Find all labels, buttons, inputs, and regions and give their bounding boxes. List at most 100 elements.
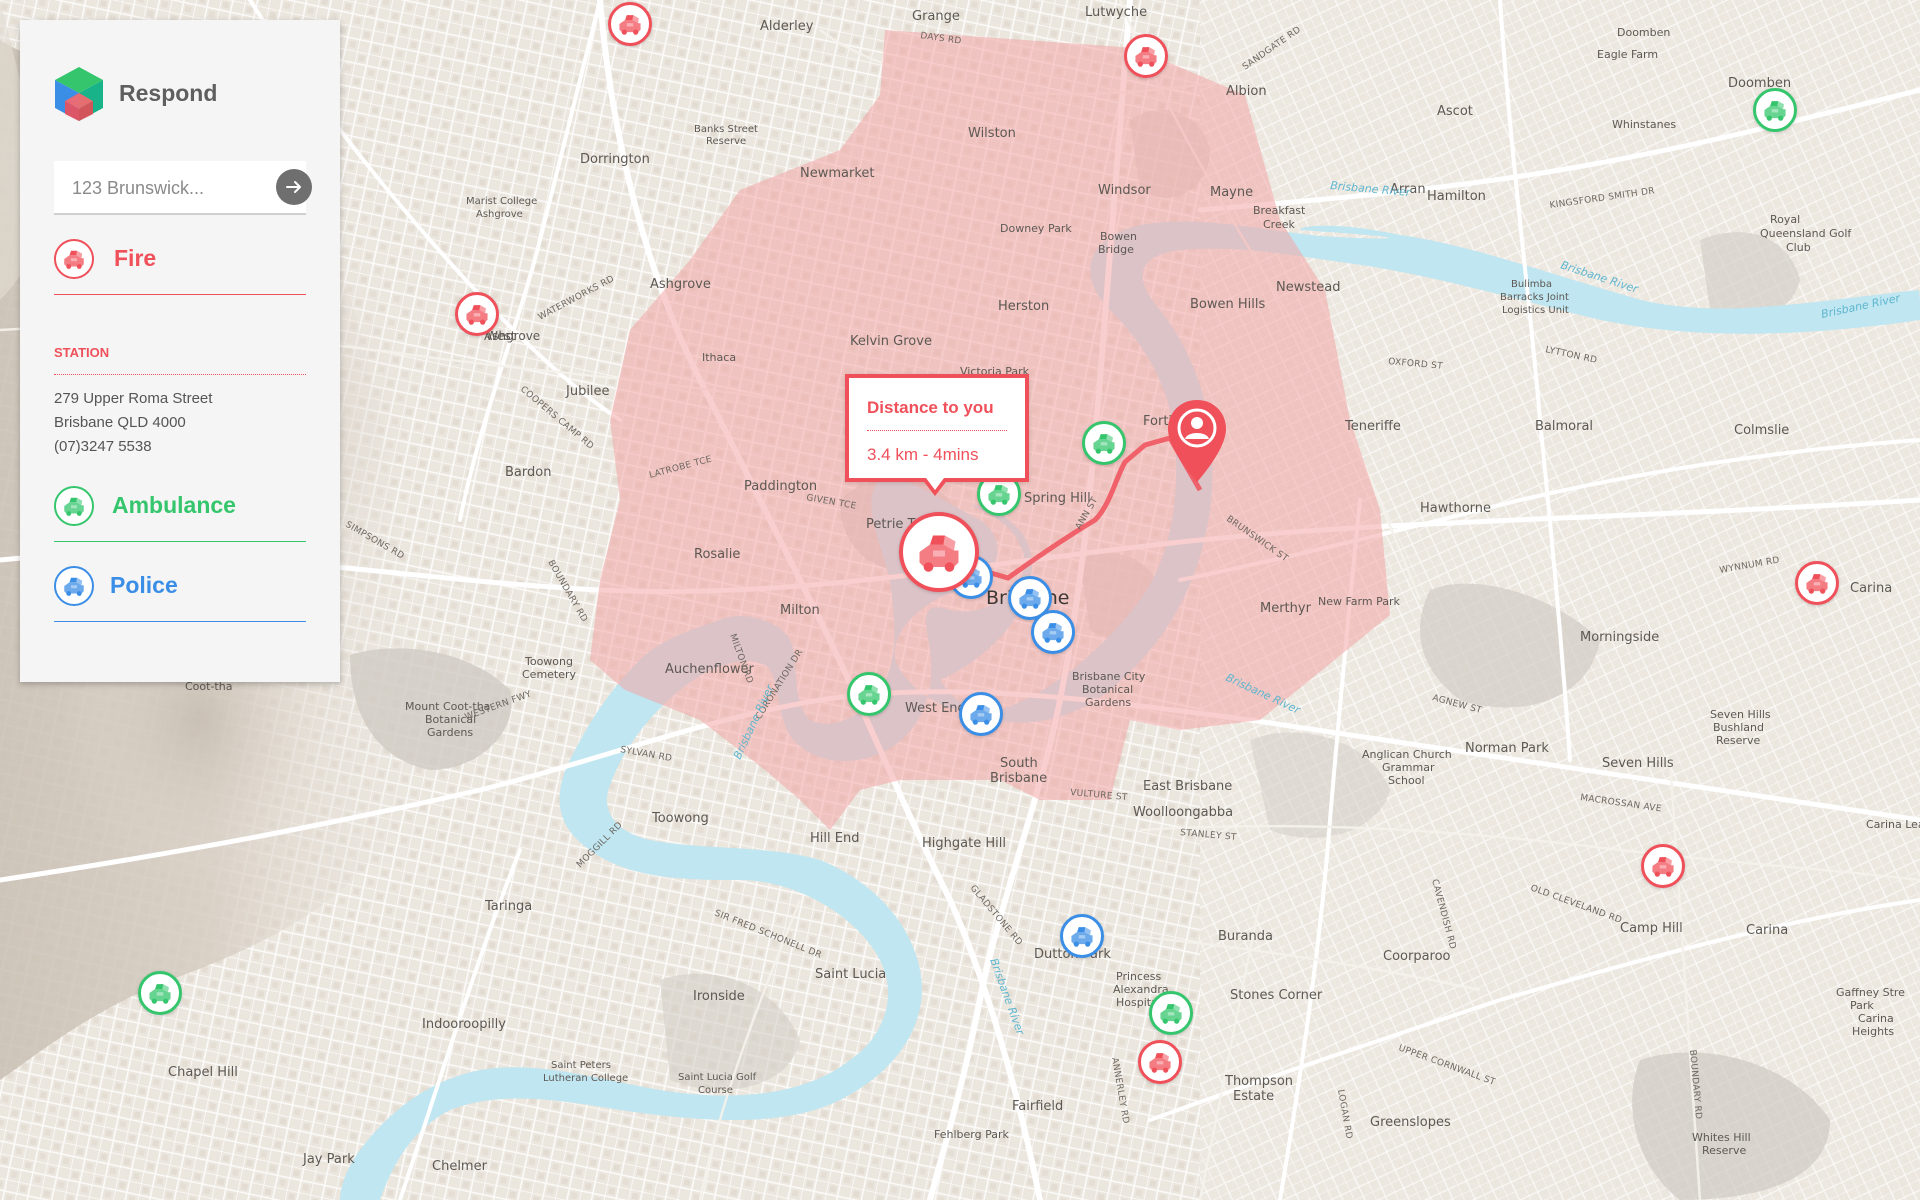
svg-text:Albion: Albion bbox=[1226, 84, 1267, 99]
svg-text:Saint Lucia: Saint Lucia bbox=[815, 967, 886, 982]
svg-text:Lutheran College: Lutheran College bbox=[543, 1073, 628, 1084]
fire-station-marker[interactable] bbox=[455, 292, 499, 336]
fire-station-marker[interactable] bbox=[1124, 34, 1168, 78]
svg-text:Ashgrove: Ashgrove bbox=[650, 277, 711, 292]
distance-tooltip: Distance to you 3.4 km - 4mins bbox=[845, 374, 1029, 482]
station-divider bbox=[54, 374, 306, 375]
svg-text:Downey Park: Downey Park bbox=[1000, 222, 1072, 235]
tooltip-title: Distance to you bbox=[867, 398, 994, 417]
svg-text:Wilston: Wilston bbox=[968, 126, 1016, 141]
svg-text:East Brisbane: East Brisbane bbox=[1143, 779, 1232, 794]
svg-text:Hamilton: Hamilton bbox=[1427, 189, 1486, 204]
svg-text:Cemetery: Cemetery bbox=[522, 668, 577, 681]
svg-text:Park: Park bbox=[1850, 999, 1874, 1012]
svg-text:Gaffney Stre: Gaffney Stre bbox=[1836, 986, 1905, 999]
svg-text:Breakfast: Breakfast bbox=[1253, 204, 1306, 217]
station-phone: (07)3247 5538 bbox=[54, 438, 152, 455]
svg-text:Ironside: Ironside bbox=[693, 989, 745, 1004]
svg-text:Grammar: Grammar bbox=[1382, 761, 1435, 774]
search-go-button[interactable] bbox=[276, 169, 312, 205]
svg-text:Seven Hills: Seven Hills bbox=[1602, 756, 1674, 771]
fire-station-marker[interactable] bbox=[1795, 561, 1839, 605]
police-station-marker[interactable] bbox=[959, 692, 1003, 736]
svg-text:Dorrington: Dorrington bbox=[580, 152, 650, 167]
svg-text:Whinstanes: Whinstanes bbox=[1612, 118, 1676, 131]
svg-text:Saint Peters: Saint Peters bbox=[551, 1060, 611, 1071]
svg-text:Highgate Hill: Highgate Hill bbox=[922, 836, 1006, 851]
ambulance-station-marker[interactable] bbox=[1082, 421, 1126, 465]
sidebar-panel: Respond Fire STATION 279 Upper Roma Stre… bbox=[20, 20, 340, 682]
police-car-icon bbox=[1069, 923, 1095, 949]
svg-text:Ithaca: Ithaca bbox=[702, 351, 736, 364]
svg-text:Bridge: Bridge bbox=[1098, 243, 1134, 256]
svg-text:Gardens: Gardens bbox=[1085, 696, 1131, 709]
police-station-marker[interactable] bbox=[1031, 610, 1075, 654]
svg-text:Buranda: Buranda bbox=[1218, 929, 1273, 944]
ambulance-icon bbox=[147, 980, 173, 1006]
svg-text:Club: Club bbox=[1786, 241, 1811, 254]
svg-text:Eagle Farm: Eagle Farm bbox=[1597, 48, 1658, 61]
category-fire-label: Fire bbox=[114, 245, 157, 271]
svg-text:Spring Hill: Spring Hill bbox=[1024, 491, 1091, 506]
station-heading: STATION bbox=[54, 345, 110, 360]
svg-text:Jay Park: Jay Park bbox=[302, 1152, 355, 1167]
app-brand-name: Respond bbox=[119, 80, 218, 106]
svg-text:Paddington: Paddington bbox=[744, 479, 817, 494]
category-fire[interactable]: Fire bbox=[54, 235, 306, 295]
svg-text:West End: West End bbox=[905, 701, 966, 716]
svg-text:Creek: Creek bbox=[1263, 218, 1295, 231]
svg-text:Coorparoo: Coorparoo bbox=[1383, 949, 1451, 964]
svg-text:Seven Hills: Seven Hills bbox=[1710, 708, 1771, 721]
ambulance-icon bbox=[986, 481, 1012, 507]
svg-text:Anglican Church: Anglican Church bbox=[1362, 748, 1452, 761]
svg-text:Kelvin Grove: Kelvin Grove bbox=[850, 334, 932, 349]
ambulance-station-marker[interactable] bbox=[1149, 991, 1193, 1035]
user-location-pin[interactable] bbox=[1166, 398, 1228, 484]
ambulance-station-marker[interactable] bbox=[847, 672, 891, 716]
svg-text:Newmarket: Newmarket bbox=[800, 166, 875, 181]
ambulance-icon bbox=[54, 486, 94, 526]
svg-text:Windsor: Windsor bbox=[1098, 183, 1151, 198]
svg-text:Stones Corner: Stones Corner bbox=[1230, 988, 1323, 1003]
fire-truck-icon bbox=[54, 239, 94, 279]
category-police[interactable]: Police bbox=[54, 562, 306, 622]
svg-text:Banks Street: Banks Street bbox=[694, 124, 758, 135]
category-ambulance[interactable]: Ambulance bbox=[54, 482, 306, 542]
svg-text:Hawthorne: Hawthorne bbox=[1420, 501, 1491, 516]
svg-text:New Farm Park: New Farm Park bbox=[1318, 595, 1400, 608]
svg-text:Gardens: Gardens bbox=[427, 726, 473, 739]
svg-text:Botanical: Botanical bbox=[1082, 683, 1133, 696]
ambulance-icon bbox=[1762, 97, 1788, 123]
svg-text:Lutwyche: Lutwyche bbox=[1085, 5, 1147, 20]
ambulance-station-marker[interactable] bbox=[138, 971, 182, 1015]
svg-text:Chelmer: Chelmer bbox=[432, 1159, 488, 1174]
fire-truck-icon bbox=[1804, 570, 1830, 596]
svg-text:Mayne: Mayne bbox=[1210, 185, 1253, 200]
svg-text:Morningside: Morningside bbox=[1580, 630, 1659, 645]
station-address-line2: Brisbane QLD 4000 bbox=[54, 414, 186, 431]
selected-fire-station-marker[interactable] bbox=[899, 512, 979, 592]
svg-text:Indooroopilly: Indooroopilly bbox=[422, 1017, 506, 1032]
address-search-box[interactable] bbox=[54, 161, 312, 215]
ambulance-station-marker[interactable] bbox=[1753, 88, 1797, 132]
fire-station-marker[interactable] bbox=[1138, 1040, 1182, 1084]
svg-text:Reserve: Reserve bbox=[1716, 734, 1760, 747]
station-address-line1: 279 Upper Roma Street bbox=[54, 390, 213, 407]
svg-text:Whites Hill: Whites Hill bbox=[1692, 1131, 1751, 1144]
svg-text:Balmoral: Balmoral bbox=[1535, 419, 1593, 434]
fire-station-marker[interactable] bbox=[608, 2, 652, 46]
category-ambulance-label: Ambulance bbox=[112, 492, 236, 518]
fire-truck-icon bbox=[617, 11, 643, 37]
svg-text:Rosalie: Rosalie bbox=[694, 547, 740, 562]
svg-text:Bowen: Bowen bbox=[1100, 230, 1137, 243]
svg-text:Heights: Heights bbox=[1852, 1025, 1894, 1038]
fire-truck-icon bbox=[464, 301, 490, 327]
svg-text:Carina Leag: Carina Leag bbox=[1866, 818, 1920, 831]
svg-text:Greenslopes: Greenslopes bbox=[1370, 1115, 1451, 1130]
svg-text:Milton: Milton bbox=[780, 603, 820, 618]
fire-station-marker[interactable] bbox=[1641, 844, 1685, 888]
svg-text:Fairfield: Fairfield bbox=[1012, 1099, 1063, 1114]
address-search-input[interactable] bbox=[70, 161, 254, 215]
police-station-marker[interactable] bbox=[1060, 914, 1104, 958]
svg-text:Carina: Carina bbox=[1858, 1012, 1894, 1025]
